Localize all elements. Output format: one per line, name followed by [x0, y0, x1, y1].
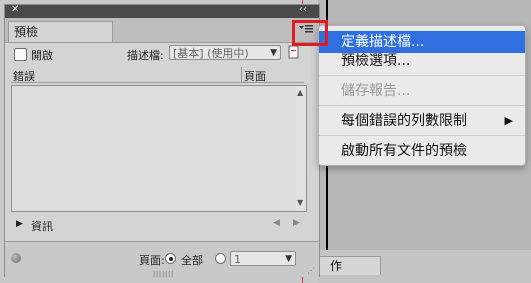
- profile-dropdown[interactable]: [基本] (使用中) ▼: [169, 45, 281, 60]
- panel-tabrow: 預檢: [5, 18, 319, 43]
- info-disclosure-icon[interactable]: ▶: [16, 219, 23, 229]
- menu-item-save-report: 儲存報告...: [319, 80, 525, 102]
- scroll-up-icon[interactable]: ▲: [297, 88, 303, 97]
- menu-separator: [319, 135, 525, 136]
- menu-separator: [319, 105, 525, 106]
- menu-separator: [319, 75, 525, 76]
- all-pages-label: 全部: [181, 254, 203, 267]
- status-indicator-icon: [11, 253, 21, 263]
- menu-item-label: 儲存報告...: [341, 83, 411, 99]
- profile-value: [基本] (使用中): [173, 47, 249, 60]
- menu-item-label: 每個錯誤的列數限制: [341, 113, 467, 129]
- page-range-value: 1: [234, 253, 241, 266]
- on-checkbox[interactable]: [14, 48, 27, 61]
- page-range-field[interactable]: 1 ▼: [230, 251, 296, 266]
- resize-corner-icon[interactable]: ⋰: [307, 266, 315, 275]
- pages-label: 頁面:: [139, 254, 165, 267]
- resize-grip-icon[interactable]: |||||||: [153, 271, 174, 278]
- column-header-error[interactable]: 錯誤: [13, 68, 35, 84]
- menu-item-label: 定義描述檔...: [341, 34, 425, 50]
- panel-titlebar[interactable]: ✕ ‹‹: [5, 4, 319, 18]
- tab-preflight[interactable]: 預檢: [8, 21, 113, 42]
- all-pages-radio[interactable]: [165, 253, 176, 264]
- close-icon[interactable]: ✕: [11, 4, 19, 15]
- panel-flyout-menu: 定義描述檔... 預檢選項... 儲存報告... 每個錯誤的列數限制 ▶ 啟動所…: [318, 25, 526, 166]
- column-header-page[interactable]: 頁面: [244, 68, 266, 84]
- tab-preflight-label: 預檢: [14, 25, 39, 39]
- collapse-icon[interactable]: ‹‹: [299, 4, 307, 15]
- previous-icon[interactable]: ◀: [273, 218, 280, 228]
- panel-footer: 頁面: 全部 1 ▼ ||||||| ⋰: [5, 241, 319, 278]
- profile-label: 描述檔:: [127, 49, 164, 62]
- submenu-arrow-icon: ▶: [504, 114, 513, 127]
- menu-item-preflight-options[interactable]: 預檢選項...: [319, 50, 525, 72]
- preflight-panel: ✕ ‹‹ 預檢 開啟 描述檔: [基本] (使用中) ▼ 錯誤 頁面 ▲ ▼ ▶…: [4, 4, 320, 278]
- next-icon[interactable]: ▶: [293, 218, 300, 228]
- document-tab[interactable]: 作: [318, 256, 381, 275]
- document-icon[interactable]: [288, 45, 300, 59]
- results-list-header: 錯誤 頁面: [11, 67, 304, 84]
- menu-item-label: 預檢選項...: [341, 53, 411, 69]
- chevron-down-icon: ▼: [270, 48, 277, 58]
- menu-item-limit-rows[interactable]: 每個錯誤的列數限制 ▶: [319, 110, 525, 132]
- menu-item-label: 啟動所有文件的預檢: [341, 143, 467, 159]
- scroll-down-icon[interactable]: ▼: [297, 198, 303, 207]
- chevron-down-icon: ▼: [285, 254, 292, 264]
- menu-item-enable-preflight-all[interactable]: 啟動所有文件的預檢: [319, 140, 525, 162]
- callout-highlight: [292, 20, 328, 46]
- info-label: 資訊: [31, 220, 53, 233]
- on-label: 開啟: [31, 49, 53, 62]
- column-divider[interactable]: [241, 67, 242, 82]
- document-tab-label: 作: [330, 259, 343, 273]
- page-range-radio[interactable]: [215, 253, 226, 264]
- results-scrollbar[interactable]: ▲ ▼: [296, 85, 307, 212]
- results-list[interactable]: [11, 85, 298, 212]
